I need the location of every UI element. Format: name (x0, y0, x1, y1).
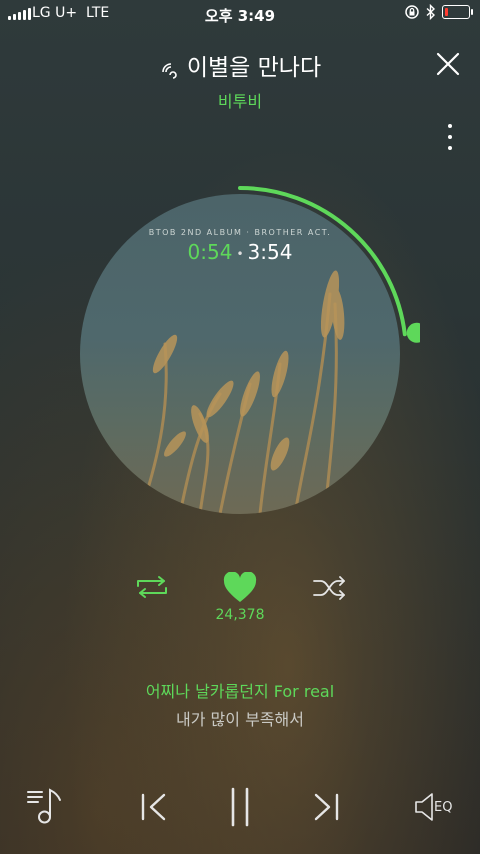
repeat-icon[interactable] (134, 574, 170, 600)
eq-label: EQ (434, 800, 453, 815)
equalizer-button[interactable]: EQ (414, 790, 462, 824)
shuffle-icon[interactable] (312, 576, 348, 600)
progress-ring[interactable] (60, 174, 420, 534)
pause-icon[interactable] (226, 786, 254, 828)
rotation-lock-icon (405, 5, 419, 19)
bluetooth-icon (426, 4, 436, 20)
album-disc: BTOB 2ND ALBUM · BROTHER ACT. 0:54 • 3:54 (60, 174, 420, 534)
more-options-button[interactable] (446, 124, 454, 150)
more-vertical-icon (448, 124, 452, 128)
status-icons (404, 4, 473, 20)
song-title-row: 이별을 만나다 (0, 48, 480, 82)
current-lyric[interactable]: 어찌나 날카롭던지 For real (0, 678, 480, 702)
previous-icon[interactable] (138, 792, 168, 822)
artist-name[interactable]: 비투비 (0, 88, 480, 112)
next-icon[interactable] (312, 792, 342, 822)
sound-wave-icon (162, 62, 177, 79)
close-icon[interactable] (436, 52, 460, 76)
progress-arc (238, 186, 407, 337)
next-lyric[interactable]: 내가 많이 부족해서 (0, 706, 480, 730)
heart-icon[interactable] (222, 572, 258, 604)
like-count: 24,378 (215, 607, 265, 623)
status-bar: LG U+ LTE 오후 3:49 (0, 0, 480, 28)
speaker-icon (415, 793, 433, 821)
progress-handle[interactable] (406, 322, 420, 343)
battery-icon (442, 5, 473, 19)
song-title: 이별을 만나다 (186, 55, 322, 81)
playlist-icon[interactable] (26, 786, 66, 826)
battery-level (445, 8, 449, 16)
